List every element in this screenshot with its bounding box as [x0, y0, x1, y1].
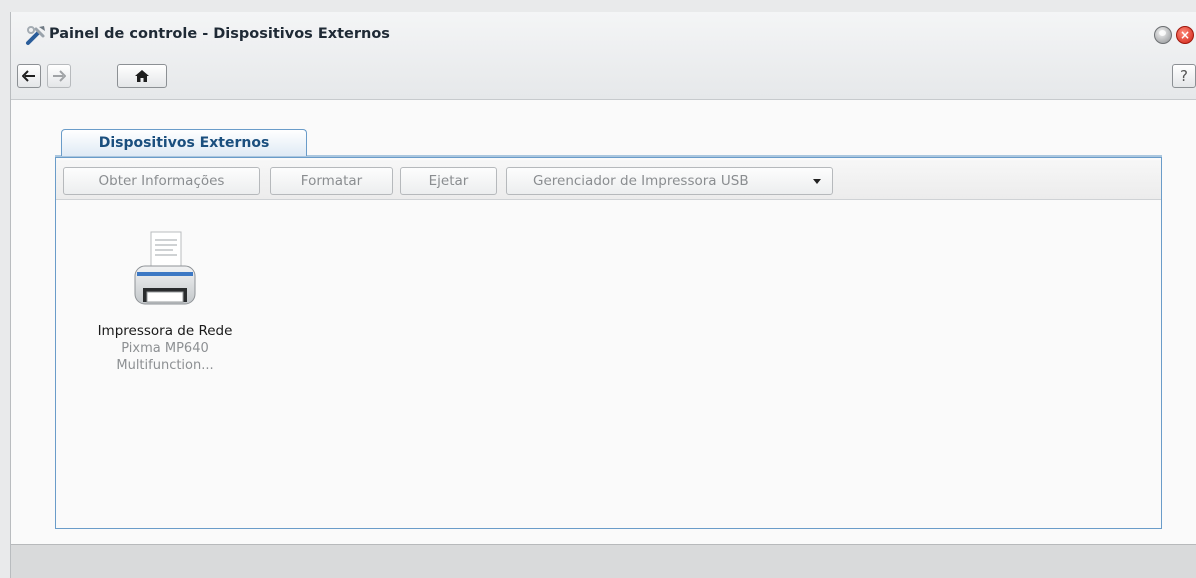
get-info-button[interactable]: Obter Informações: [63, 167, 260, 195]
home-icon: [135, 70, 149, 82]
close-icon: ×: [1179, 28, 1191, 42]
eject-button[interactable]: Ejetar: [400, 167, 497, 195]
chevron-down-icon: [813, 179, 821, 184]
title-bar: Painel de controle - Dispositivos Extern…: [11, 12, 1196, 100]
device-toolbar: Obter Informações Formatar Ejetar Gerenc…: [56, 160, 1161, 200]
help-button[interactable]: ?: [1172, 64, 1196, 88]
control-panel-window: Painel de controle - Dispositivos Extern…: [10, 12, 1196, 578]
tools-icon: [26, 26, 45, 45]
usb-printer-manager-label: Gerenciador de Impressora USB: [533, 173, 749, 189]
device-model: Pixma MP640 Multifunction...: [116, 341, 214, 373]
forward-button[interactable]: [47, 64, 71, 88]
arrow-left-icon: [22, 70, 35, 82]
window-title: Painel de controle - Dispositivos Extern…: [49, 26, 390, 42]
device-item-network-printer[interactable]: Impressora de Rede Pixma MP640 Multifunc…: [95, 230, 235, 374]
status-bar: [11, 544, 1196, 578]
printer-icon: [134, 231, 196, 305]
back-button[interactable]: [17, 64, 41, 88]
format-button[interactable]: Formatar: [270, 167, 393, 195]
usb-printer-manager-dropdown[interactable]: Gerenciador de Impressora USB: [506, 167, 833, 195]
minimize-button[interactable]: [1154, 26, 1172, 44]
home-button[interactable]: [117, 64, 167, 88]
tab-dispositivos-externos[interactable]: Dispositivos Externos: [61, 129, 307, 156]
close-button[interactable]: ×: [1176, 26, 1194, 44]
arrow-right-icon: [53, 70, 66, 82]
device-name: Impressora de Rede: [97, 323, 233, 339]
